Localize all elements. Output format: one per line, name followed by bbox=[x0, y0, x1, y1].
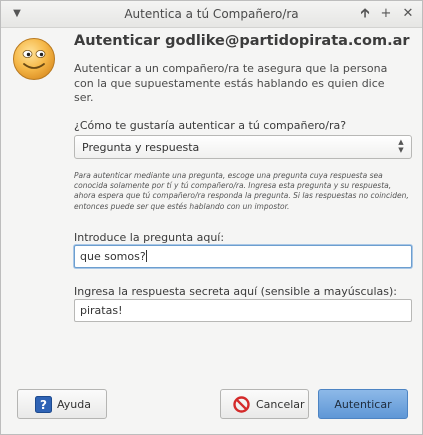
dialog-heading: Autenticar godlike@partidopirata.com.ar bbox=[74, 33, 410, 49]
cancel-icon bbox=[233, 396, 250, 413]
cancel-button-label: Cancelar bbox=[256, 398, 305, 411]
arrow-up-icon[interactable]: 🡱 bbox=[358, 6, 372, 22]
help-text: Para autenticar mediante una pregunta, e… bbox=[74, 171, 409, 211]
question-input[interactable]: que somos? bbox=[74, 245, 412, 268]
authenticate-button-label: Autenticar bbox=[334, 398, 392, 411]
cancel-button[interactable]: Cancelar bbox=[220, 389, 309, 419]
maximize-icon[interactable]: + bbox=[379, 6, 393, 22]
question-value: que somos? bbox=[80, 250, 146, 263]
help-button-label: Ayuda bbox=[57, 398, 91, 411]
smiley-face-icon bbox=[13, 38, 55, 80]
title-bar[interactable]: ▼ Autentica a tú Compañero/ra 🡱 + ✕ bbox=[1, 1, 422, 28]
close-icon[interactable]: ✕ bbox=[401, 6, 415, 22]
help-icon: ? bbox=[35, 396, 52, 413]
answer-label: Ingresa la respuesta secreta aquí (sensi… bbox=[74, 285, 397, 298]
help-button[interactable]: ? Ayuda bbox=[17, 389, 107, 419]
answer-input[interactable]: piratas! bbox=[74, 299, 412, 322]
question-label: Introduce la pregunta aquí: bbox=[74, 231, 225, 244]
intro-text: Autenticar a un compañero/ra te asegura … bbox=[74, 62, 388, 104]
method-selected-value: Pregunta y respuesta bbox=[82, 141, 200, 154]
method-label: ¿Cómo te gustaría autenticar a tú compañ… bbox=[74, 119, 347, 132]
dialog-window: ▼ Autentica a tú Compañero/ra 🡱 + ✕ Aute… bbox=[0, 0, 423, 435]
svg-text:?: ? bbox=[40, 398, 47, 412]
authenticate-button[interactable]: Autenticar bbox=[318, 389, 408, 419]
answer-value: piratas! bbox=[80, 304, 123, 317]
select-arrows-icon: ▲ ▼ bbox=[398, 138, 404, 154]
method-select[interactable]: Pregunta y respuesta ▲ ▼ bbox=[74, 135, 412, 159]
text-cursor bbox=[145, 250, 147, 262]
